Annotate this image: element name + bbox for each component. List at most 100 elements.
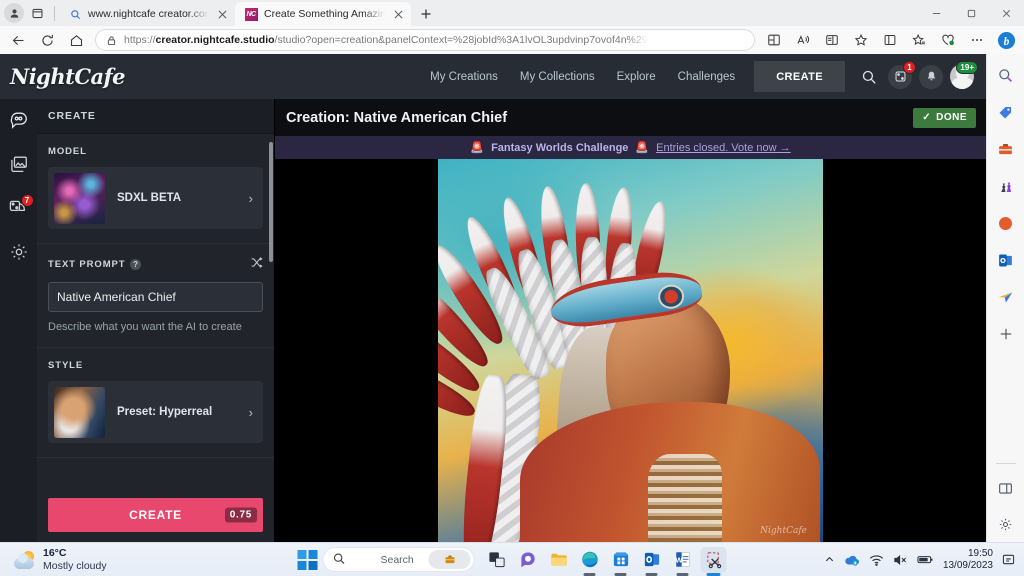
search-icon: [68, 7, 82, 21]
battery-icon[interactable]: [917, 554, 934, 565]
word-icon[interactable]: W: [670, 547, 696, 573]
lock-icon[interactable]: [102, 31, 120, 49]
clock[interactable]: 19:50 13/09/2023: [943, 548, 993, 572]
settings-gear-icon[interactable]: [6, 239, 32, 265]
browser-tab-1[interactable]: NC Create Something Amazing - Nig: [235, 2, 411, 26]
maximize-icon[interactable]: [954, 0, 989, 26]
dice-credits-icon[interactable]: 7: [6, 194, 34, 221]
edge-sidebar-bottom: [987, 463, 1024, 536]
nav-item-explore[interactable]: Explore: [606, 71, 667, 83]
copilot-icon[interactable]: b: [992, 28, 1020, 52]
file-explorer-icon[interactable]: [546, 547, 572, 573]
refresh-icon[interactable]: [33, 28, 61, 52]
tray-expand-chevron-icon[interactable]: [824, 554, 835, 565]
nightcafe-logo[interactable]: NightCafe: [10, 64, 126, 89]
add-favorite-icon[interactable]: [905, 28, 933, 52]
avatar[interactable]: 19+: [950, 60, 978, 89]
model-selector[interactable]: SDXL BETA ›: [48, 167, 263, 229]
tab-actions-icon[interactable]: [26, 2, 48, 24]
chevron-right-icon: ›: [248, 404, 253, 420]
tools-icon[interactable]: [994, 137, 1018, 161]
chevron-right-icon: ›: [248, 190, 253, 206]
sidebar-toggle-icon[interactable]: [994, 476, 1018, 500]
credits-badge: 1: [903, 60, 916, 74]
chat-bubble-icon[interactable]: [6, 107, 32, 133]
split-screen-icon[interactable]: [760, 28, 788, 52]
search-input[interactable]: Search: [322, 547, 475, 572]
weather-widget[interactable]: 16°C Mostly cloudy: [0, 547, 107, 572]
profile-avatar-button[interactable]: [4, 3, 24, 23]
microsoft-edge-icon[interactable]: [577, 547, 603, 573]
done-button-label: DONE: [936, 112, 967, 123]
new-tab-button[interactable]: [414, 2, 438, 26]
bell-icon[interactable]: [919, 64, 943, 89]
minimize-icon[interactable]: [919, 0, 954, 26]
done-button[interactable]: ✓ DONE: [913, 107, 976, 128]
style-section: STYLE Preset: Hyperreal ›: [37, 348, 274, 458]
outlook-icon[interactable]: [639, 547, 665, 573]
back-arrow-icon[interactable]: [4, 28, 32, 52]
challenge-vote-link[interactable]: Entries closed. Vote now →: [656, 142, 791, 154]
close-icon[interactable]: [989, 0, 1024, 26]
add-icon[interactable]: [994, 322, 1018, 346]
model-value: SDXL BETA: [117, 192, 182, 204]
svg-text:W: W: [675, 555, 683, 564]
immersive-reader-icon[interactable]: [818, 28, 846, 52]
windows-taskbar: 16°C Mostly cloudy Search W 19:50 13/09/…: [0, 542, 1024, 576]
nav-item-challenges[interactable]: Challenges: [667, 71, 747, 83]
style-selector[interactable]: Preset: Hyperreal ›: [48, 381, 263, 443]
shopping-tag-icon[interactable]: [994, 100, 1018, 124]
window-controls: [919, 0, 1024, 26]
home-icon[interactable]: [62, 28, 90, 52]
outlook-icon[interactable]: [994, 248, 1018, 272]
close-icon[interactable]: [215, 7, 229, 21]
sidebar-settings-icon[interactable]: [994, 512, 1018, 536]
read-aloud-icon[interactable]: [789, 28, 817, 52]
gallery-icon[interactable]: [6, 151, 32, 177]
snipping-tool-icon[interactable]: [700, 546, 727, 573]
collections-icon[interactable]: [876, 28, 904, 52]
create-panel: CREATE MODEL SDXL BETA › TEXT PROMPT ? N…: [37, 99, 275, 542]
challenge-name: Fantasy Worlds Challenge: [491, 141, 629, 154]
siren-icon: 🚨: [635, 142, 650, 154]
model-thumbnail: [54, 172, 105, 224]
close-icon[interactable]: [391, 7, 405, 21]
favorite-star-icon[interactable]: [847, 28, 875, 52]
credits-dice-icon[interactable]: 1: [888, 60, 916, 89]
sidebar-divider: [995, 463, 1016, 464]
notification-bell-icon[interactable]: [1002, 553, 1015, 566]
shuffle-icon[interactable]: [250, 256, 263, 272]
taskbar-center: Search W: [297, 546, 727, 573]
windows-start-icon[interactable]: [297, 549, 318, 570]
microsoft-store-icon[interactable]: [608, 547, 634, 573]
nav-item-my-creations[interactable]: My Creations: [419, 71, 509, 83]
office-icon[interactable]: [994, 211, 1018, 235]
onedrive-icon[interactable]: [844, 553, 860, 567]
nightcafe-app: NightCafe My Creations My Collections Ex…: [0, 54, 986, 542]
volume-muted-icon[interactable]: [893, 554, 908, 566]
search-icon[interactable]: [857, 65, 881, 89]
nav-item-my-collections[interactable]: My Collections: [509, 71, 606, 83]
generated-artwork[interactable]: NightCafe: [438, 159, 823, 542]
send-icon[interactable]: [994, 285, 1018, 309]
browser-tab-0[interactable]: www.nightcafe creator.com - Sea: [59, 2, 235, 26]
settings-more-icon[interactable]: [963, 28, 991, 52]
wifi-icon[interactable]: [869, 554, 884, 566]
url-input[interactable]: https://creator.nightcafe.studio/studio?…: [95, 29, 755, 51]
weather-temperature: 16°C: [43, 547, 67, 560]
create-button[interactable]: CREATE 0.75: [48, 498, 263, 532]
task-view-icon[interactable]: [484, 547, 510, 573]
briefcase-icon[interactable]: [428, 550, 471, 569]
panel-scroll-area: MODEL SDXL BETA › TEXT PROMPT ? Native A…: [37, 134, 274, 490]
search-icon[interactable]: [994, 63, 1018, 87]
header-create-button[interactable]: CREATE: [754, 61, 845, 92]
edge-browser-window: www.nightcafe creator.com - Sea NC Creat…: [0, 0, 1024, 576]
panel-scrollbar[interactable]: [269, 142, 273, 262]
prompt-input[interactable]: [48, 282, 263, 312]
help-icon[interactable]: ?: [130, 258, 142, 270]
games-icon[interactable]: [994, 174, 1018, 198]
teams-chat-icon[interactable]: [515, 547, 541, 573]
search-placeholder: Search: [380, 553, 414, 566]
header-icon-group: 1 19+: [857, 60, 978, 89]
browser-essentials-icon[interactable]: [934, 28, 962, 52]
